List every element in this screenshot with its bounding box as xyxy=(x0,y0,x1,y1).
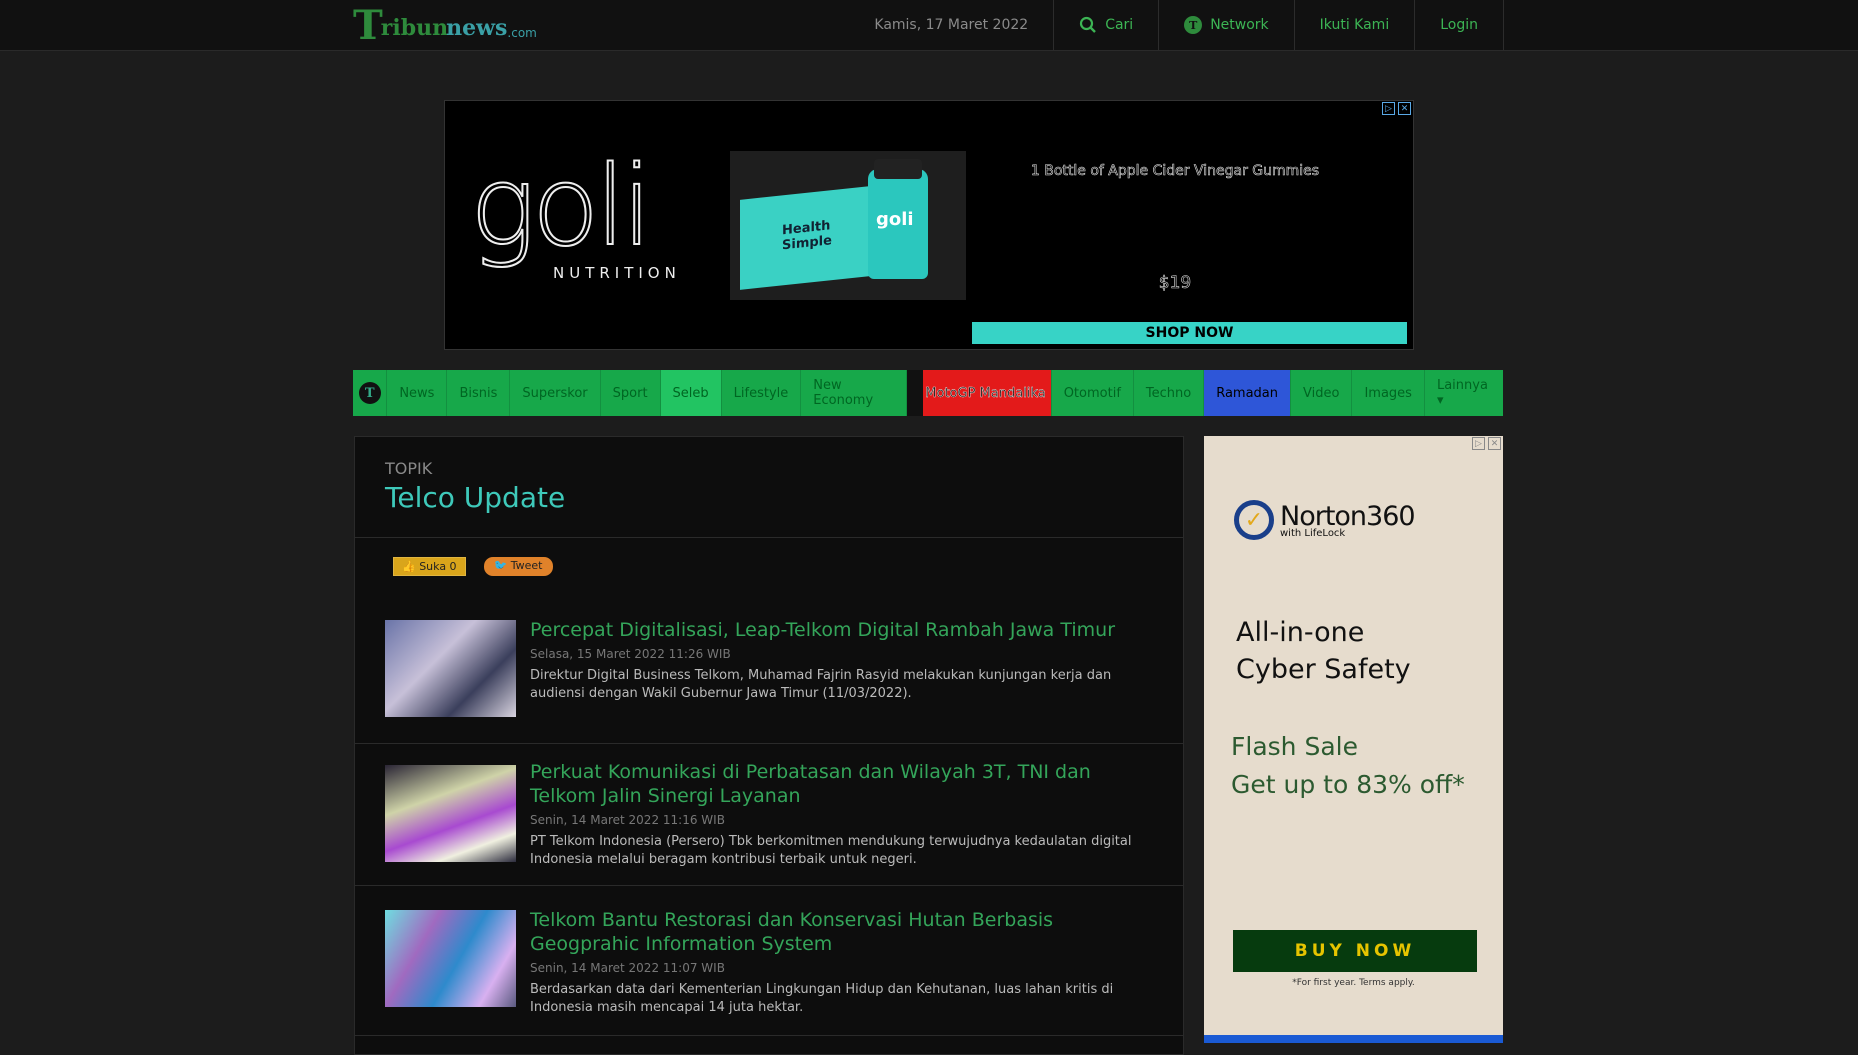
search-label: Cari xyxy=(1105,17,1134,33)
article-date: Senin, 14 Maret 2022 11:07 WIB xyxy=(530,961,725,975)
login-button[interactable]: Login xyxy=(1414,0,1504,50)
norton-check-icon: ✓ xyxy=(1234,500,1274,540)
main-nav: T News Bisnis Superskor Sport Seleb Life… xyxy=(353,370,1503,416)
shop-now-button[interactable]: SHOP NOW xyxy=(972,322,1407,344)
nav-new-economy[interactable]: New Economy xyxy=(801,370,908,416)
article-title[interactable]: Telkom Bantu Restorasi dan Konservasi Hu… xyxy=(530,908,1150,956)
tribunnews-logo[interactable]: T ribun news .com xyxy=(353,4,537,46)
article-item[interactable]: Telkom Bantu Restorasi dan Konservasi Hu… xyxy=(355,908,1183,1036)
facebook-like-button[interactable]: 👍 Suka 0 xyxy=(393,557,466,576)
home-button[interactable]: T xyxy=(353,370,388,416)
product-box-text: Health Simple xyxy=(782,218,832,254)
topic-header: TOPIK Telco Update xyxy=(355,437,1183,538)
top-nav: Kamis, 17 Maret 2022 Cari T Network Ikut… xyxy=(849,0,1504,50)
nav-superskor[interactable]: Superskor xyxy=(510,370,601,416)
ad-price: $19 xyxy=(1158,273,1192,294)
ad-choices[interactable]: ▷ ✕ xyxy=(1472,437,1501,450)
logo-domain: .com xyxy=(507,26,537,40)
ad-choices[interactable]: ▷ ✕ xyxy=(1382,102,1411,115)
product-bottle: goli xyxy=(868,159,928,279)
logo-ribun: ribun xyxy=(380,15,449,41)
goli-logo-sub: NUTRITION xyxy=(553,264,681,282)
search-icon xyxy=(1080,16,1097,33)
nav-seleb[interactable]: Seleb xyxy=(660,370,722,416)
adchoices-icon[interactable]: ▷ xyxy=(1472,437,1485,450)
buy-now-button[interactable]: BUY NOW xyxy=(1233,930,1477,972)
article-title[interactable]: Percepat Digitalisasi, Leap-Telkom Digit… xyxy=(530,618,1150,642)
topic-label: TOPIK xyxy=(385,459,433,478)
top-header: T ribun news .com Kamis, 17 Maret 2022 C… xyxy=(0,0,1858,51)
tweet-button[interactable]: 🐦 Tweet xyxy=(483,557,553,576)
close-icon[interactable]: ✕ xyxy=(1398,102,1411,115)
adchoices-icon[interactable]: ▷ xyxy=(1382,102,1395,115)
article-date: Selasa, 15 Maret 2022 11:26 WIB xyxy=(530,647,731,661)
top-banner-ad[interactable]: ▷ ✕ goli NUTRITION Health Simple goli 1 … xyxy=(444,100,1414,350)
home-icon: T xyxy=(358,382,381,404)
goli-logo: goli xyxy=(469,142,653,270)
network-button[interactable]: T Network xyxy=(1158,0,1293,50)
bottle-label: goli xyxy=(876,209,914,230)
current-date: Kamis, 17 Maret 2022 xyxy=(874,17,1029,33)
topic-title: Telco Update xyxy=(385,481,566,514)
nav-lainnya[interactable]: Lainnya ▾ xyxy=(1425,370,1503,416)
ad-fine-print: *For first year. Terms apply. xyxy=(1292,978,1415,988)
logo-letter: T xyxy=(353,2,383,49)
product-image: Health Simple goli xyxy=(730,151,966,300)
article-desc: Direktur Digital Business Telkom, Muhama… xyxy=(530,668,1112,701)
article-item[interactable]: Perkuat Komunikasi di Perbatasan dan Wil… xyxy=(355,760,1183,886)
article-item[interactable]: Percepat Digitalisasi, Leap-Telkom Digit… xyxy=(355,618,1183,744)
nav-bisnis[interactable]: Bisnis xyxy=(447,370,511,416)
ad-offer: Flash Sale Get up to 83% off* xyxy=(1231,728,1465,804)
article-thumbnail[interactable] xyxy=(385,910,516,1007)
follow-button[interactable]: Ikuti Kami xyxy=(1293,0,1415,50)
article-desc: PT Telkom Indonesia (Persero) Tbk berkom… xyxy=(530,834,1132,867)
search-button[interactable]: Cari xyxy=(1053,0,1158,50)
network-label: Network xyxy=(1210,17,1269,33)
login-label: Login xyxy=(1440,17,1478,33)
nav-news[interactable]: News xyxy=(387,370,448,416)
logo-news: news xyxy=(446,15,508,41)
ad-headline-line2: Cyber Safety xyxy=(1236,654,1411,685)
nav-motogp-mandalika[interactable]: MotoGP Mandalika xyxy=(907,370,1052,416)
norton-logo: ✓ Norton360 with LifeLock xyxy=(1234,500,1416,540)
article-title[interactable]: Perkuat Komunikasi di Perbatasan dan Wil… xyxy=(530,760,1150,808)
article-thumbnail[interactable] xyxy=(385,620,516,717)
article-thumbnail[interactable] xyxy=(385,765,516,862)
article-date: Senin, 14 Maret 2022 11:16 WIB xyxy=(530,813,725,827)
follow-label: Ikuti Kami xyxy=(1319,17,1390,33)
nav-sport[interactable]: Sport xyxy=(601,370,661,416)
article-desc: Berdasarkan data dari Kementerian Lingku… xyxy=(530,982,1114,1015)
ad-headline-line1: All-in-one xyxy=(1236,617,1365,648)
ad-offer-line2: Get up to 83% off* xyxy=(1231,770,1465,799)
nav-lifestyle[interactable]: Lifestyle xyxy=(722,370,802,416)
network-icon: T xyxy=(1184,16,1203,34)
social-buttons: 👍 Suka 0 🐦 Tweet xyxy=(393,557,553,576)
topic-content: TOPIK Telco Update 👍 Suka 0 🐦 Tweet Perc… xyxy=(354,436,1184,1055)
ad-headline: All-in-one Cyber Safety xyxy=(1236,614,1411,688)
bottle-cap xyxy=(874,159,922,179)
close-icon[interactable]: ✕ xyxy=(1488,437,1501,450)
nav-video[interactable]: Video xyxy=(1291,370,1353,416)
ad-product-title: 1 Bottle of Apple Cider Vinegar Gummies xyxy=(1030,163,1320,180)
nav-techno[interactable]: Techno xyxy=(1134,370,1205,416)
nav-ramadan[interactable]: Ramadan xyxy=(1204,370,1292,416)
nav-otomotif[interactable]: Otomotif xyxy=(1052,370,1134,416)
side-banner-ad[interactable]: ▷ ✕ ✓ Norton360 with LifeLock All-in-one… xyxy=(1204,436,1503,1043)
product-box: Health Simple xyxy=(740,186,870,290)
nav-images[interactable]: Images xyxy=(1352,370,1425,416)
ad-offer-line1: Flash Sale xyxy=(1231,732,1358,761)
